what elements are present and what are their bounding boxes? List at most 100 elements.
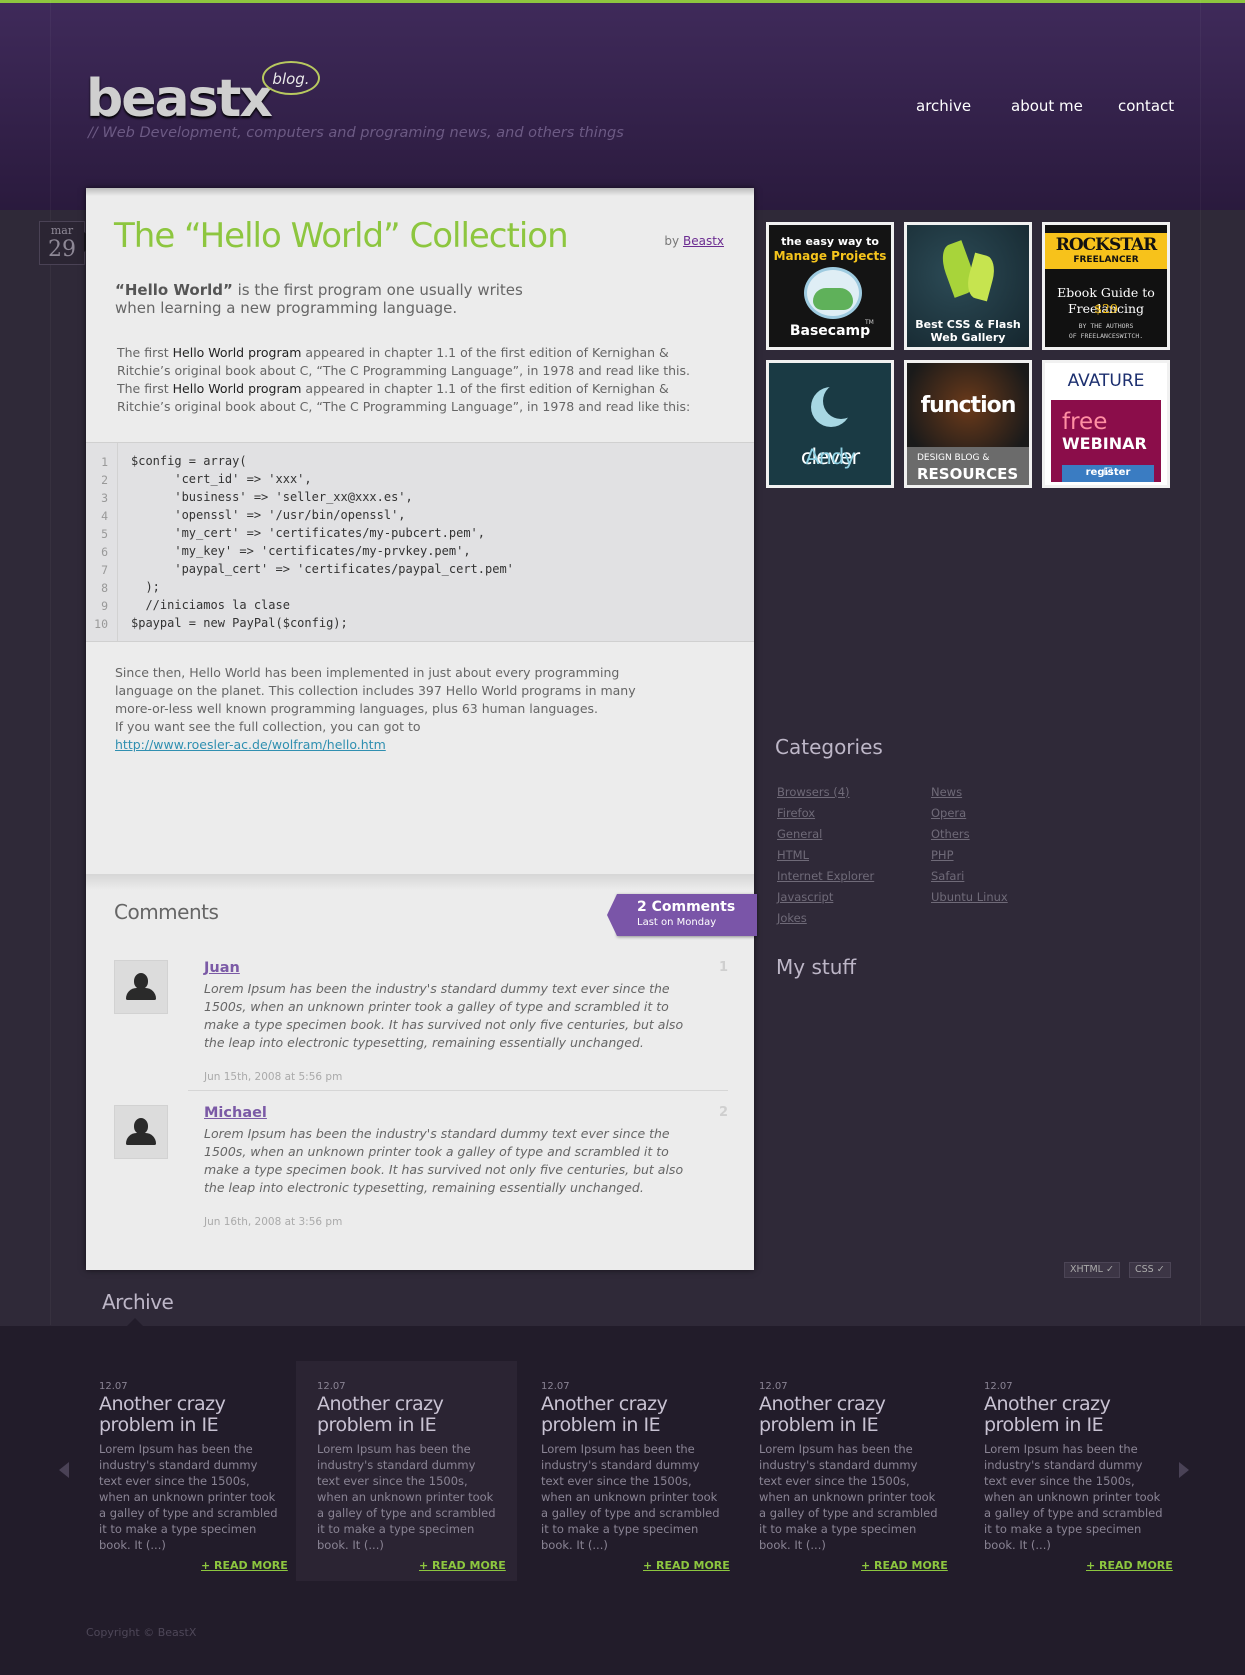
comment-text: Lorem Ipsum has been the industry's stan… [204,981,684,1050]
archive-card-date: 12.07 [317,1381,346,1392]
line-number: 3 [101,491,108,505]
category-link[interactable]: Opera [931,806,966,820]
category-link[interactable]: Others [931,827,970,841]
nav-about-link[interactable]: about me [1011,97,1083,115]
comment-text: Lorem Ipsum has been the industry's stan… [204,1126,684,1195]
nav-archive-link[interactable]: archive [916,97,971,115]
archive-card-title[interactable]: Another crazy problem in IE [317,1394,517,1436]
css-valid-badge[interactable]: CSS ✓ [1129,1262,1171,1278]
post-article: The “Hello World” Collection by Beastx “… [86,188,757,1270]
ad-text: RESOURCES [917,465,1019,483]
archive-card[interactable]: 12.07 Another crazy problem in IE Lorem … [541,1361,761,1581]
code-line: 'openssl' => '/usr/bin/openssl', [131,508,406,522]
archive-card-excerpt: Lorem Ipsum has been the industry's stan… [541,1442,720,1552]
paragraph-text: The first [117,345,173,360]
logo-blog-bubble: blog. [262,61,320,95]
post-paragraph-1: The first Hello World program appeared i… [117,344,707,416]
category-link[interactable]: HTML [777,848,809,862]
archive-card-title[interactable]: Another crazy problem in IE [99,1394,299,1436]
line-number: 4 [101,509,108,523]
read-more-link[interactable]: + READ MORE [1086,1559,1173,1572]
category-link[interactable]: PHP [931,848,954,862]
ad-avature-webinar[interactable]: AVATURE free WEBINAR register ☑ [1042,360,1170,488]
archive-next-arrow-icon[interactable] [1179,1462,1189,1478]
archive-card[interactable]: 12.07 Another crazy problem in IE Lorem … [759,1361,979,1581]
ad-text: FREELANCER [1073,255,1139,265]
line-number: 2 [101,473,108,487]
read-more-link[interactable]: + READ MORE [643,1559,730,1572]
ad-clever-andy[interactable]: clever Andy [766,360,894,488]
line-number: 9 [101,599,108,613]
archive-card-title[interactable]: Another crazy problem in IE [984,1394,1184,1436]
line-number: 5 [101,527,108,541]
ad-text: OF FREELANCESWITCH. [1068,332,1144,340]
comment-item: Juan 1 Lorem Ipsum has been the industry… [114,960,728,1090]
comments-count: 2 Comments [637,899,736,915]
read-more-link[interactable]: + READ MORE [419,1559,506,1572]
category-link[interactable]: Internet Explorer [777,869,874,883]
ad-text: WEBINAR [1062,434,1147,453]
post-title[interactable]: The “Hello World” Collection [114,216,569,256]
category-link[interactable]: News [931,785,962,799]
ad-css-flash-gallery[interactable]: Best CSS & Flash Web Gallery [904,222,1032,350]
checkbox-icon: ☑ [1103,467,1113,478]
xhtml-valid-badge[interactable]: XHTML ✓ [1064,1262,1120,1278]
archive-card[interactable]: 12.07 Another crazy problem in IE Lorem … [296,1361,517,1581]
comment-divider [188,1090,728,1091]
category-link[interactable]: General [777,827,822,841]
archive-notch [127,1318,143,1326]
comments-band [86,874,754,890]
comment-author-link[interactable]: Juan [204,960,240,976]
code-line: 'cert_id' => 'xxx', [131,472,312,486]
highlight-text: Hello World program [172,345,302,360]
category-link[interactable]: Javascript [777,890,833,904]
ad-text: the easy way to [781,235,879,248]
ad-text: Manage Projects [773,249,887,263]
copyright-text: Copyright © BeastX [86,1626,197,1639]
line-number: 1 [101,455,108,469]
collection-link[interactable]: http://www.roesler-ac.de/wolfram/hello.h… [115,737,386,752]
read-more-link[interactable]: + READ MORE [201,1559,288,1572]
archive-prev-arrow-icon[interactable] [59,1462,69,1478]
ad-basecamp[interactable]: the easy way to Manage Projects Basecamp… [766,222,894,350]
comment-number: 2 [718,1105,728,1120]
author-link[interactable]: Beastx [683,234,724,248]
archive-card-date: 12.07 [99,1381,128,1392]
archive-card-date: 12.07 [984,1381,1013,1392]
ad-text: Web Gallery [930,331,1006,344]
user-silhouette-icon [134,973,148,989]
archive-card-date: 12.07 [541,1381,570,1392]
code-line: ); [131,580,160,594]
archive-card-title[interactable]: Another crazy problem in IE [759,1394,959,1436]
nav-contact-link[interactable]: contact [1118,97,1174,115]
comments-count-ribbon[interactable]: 2 Comments Last on Monday [607,894,757,936]
categories-heading: Categories [775,735,883,759]
site-logo[interactable]: beastx [86,69,273,129]
ad-rockstar-freelancer[interactable]: ROCKSTAR FREELANCER Ebook Guide to Freel… [1042,222,1170,350]
ad-text: function [920,393,1017,418]
site-tagline: // Web Development, computers and progra… [88,125,624,141]
post-paragraph-2: Since then, Hello World has been impleme… [115,664,675,754]
archive-card-title[interactable]: Another crazy problem in IE [541,1394,741,1436]
archive-card[interactable]: 12.07 Another crazy problem in IE Lorem … [984,1361,1204,1581]
user-silhouette-icon [134,1118,148,1134]
category-link[interactable]: Ubuntu Linux [931,890,1008,904]
comment-author-link[interactable]: Michael [204,1105,267,1121]
code-block[interactable]: 1 $config = array( 2 'cert_id' => 'xxx', … [86,442,754,642]
archive-card[interactable]: 12.07 Another crazy problem in IE Lorem … [99,1361,319,1581]
category-link[interactable]: Jokes [777,911,807,925]
category-link[interactable]: Safari [931,869,964,883]
ad-text: DESIGN BLOG & [917,453,990,463]
mountain-shape [813,288,853,310]
read-more-link[interactable]: + READ MORE [861,1559,948,1572]
avatar [114,1105,168,1159]
ad-text: Andy [805,445,855,469]
highlight-text: Hello World program [172,381,302,396]
comments-heading: Comments [114,900,219,924]
ad-function[interactable]: function DESIGN BLOG & RESOURCES [904,360,1032,488]
category-link[interactable]: Firefox [777,806,815,820]
post-date-day: 29 [48,237,76,262]
category-link[interactable]: Browsers (4) [777,785,850,799]
post-date: mar 29 [39,221,85,265]
intro-bold: “Hello World” [115,281,233,299]
